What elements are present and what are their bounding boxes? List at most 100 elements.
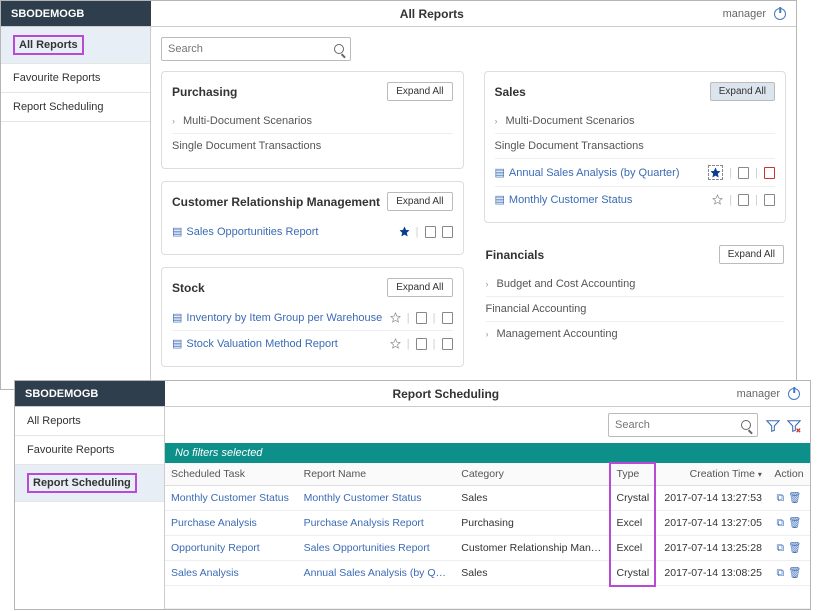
star-icon[interactable] (390, 312, 401, 323)
item-label: Multi-Document Scenarios (183, 115, 312, 127)
filter-status-bar: No filters selected (165, 443, 810, 463)
clipboard-icon[interactable] (764, 167, 775, 179)
copy-icon[interactable]: ⧉ (777, 492, 785, 504)
sidebar-item-all-reports[interactable]: All Reports (15, 407, 164, 436)
cell-type: Excel (611, 536, 657, 561)
brand-label: SBODEMOGB (1, 1, 151, 26)
expand-all-button[interactable]: Expand All (387, 278, 452, 297)
power-icon[interactable] (788, 388, 800, 400)
card-item[interactable]: ▤ Annual Sales Analysis (by Quarter) | | (495, 158, 776, 186)
card-item[interactable]: Financial Accounting (486, 296, 785, 321)
star-icon[interactable] (399, 226, 410, 237)
cell-actions: ⧉🗑 (768, 511, 810, 536)
expand-all-button[interactable]: Expand All (710, 82, 775, 101)
table-row: Sales AnalysisAnnual Sales Analysis (by … (165, 561, 810, 586)
table-header-row: Scheduled Task Report Name Category Type… (165, 463, 810, 486)
filter-icon[interactable] (766, 419, 779, 432)
expand-all-button[interactable]: Expand All (387, 82, 452, 101)
cell-type: Crystal (611, 486, 657, 511)
clipboard-icon[interactable] (442, 226, 453, 238)
search-box[interactable] (161, 37, 351, 61)
col-scheduled-task[interactable]: Scheduled Task (165, 463, 298, 486)
user-label: manager (723, 8, 766, 20)
search-input[interactable] (168, 43, 318, 55)
calculator-icon[interactable] (416, 312, 427, 324)
copy-icon[interactable]: ⧉ (777, 567, 785, 579)
item-label: Stock Valuation Method Report (186, 338, 337, 350)
cell-task[interactable]: Purchase Analysis (165, 511, 298, 536)
card-item[interactable]: ▤ Inventory by Item Group per Warehouse … (172, 305, 453, 330)
cell-report[interactable]: Monthly Customer Status (298, 486, 456, 511)
card-item[interactable]: ▤ Stock Valuation Method Report | | (172, 330, 453, 356)
col-report-name[interactable]: Report Name (298, 463, 456, 486)
clipboard-icon[interactable] (442, 312, 453, 324)
sidebar-item-favourite-reports[interactable]: Favourite Reports (1, 64, 150, 93)
card-financials: Financials Expand All ›Budget and Cost A… (484, 235, 787, 356)
card-title: Purchasing (172, 85, 237, 99)
cell-task[interactable]: Sales Analysis (165, 561, 298, 586)
search-box[interactable] (608, 413, 758, 437)
table-row-empty (165, 586, 810, 609)
delete-icon[interactable]: 🗑 (788, 542, 801, 554)
calculator-icon[interactable] (416, 338, 427, 350)
card-item[interactable]: ›Budget and Cost Accounting (486, 272, 785, 296)
schedule-table: Scheduled Task Report Name Category Type… (165, 463, 810, 609)
search-icon[interactable] (741, 420, 751, 430)
calculator-icon[interactable] (738, 167, 749, 179)
search-icon[interactable] (334, 44, 344, 54)
clipboard-icon[interactable] (764, 194, 775, 206)
sidebar-item-label: Favourite Reports (13, 72, 100, 84)
cell-task[interactable]: Monthly Customer Status (165, 486, 298, 511)
star-icon-selected[interactable] (708, 165, 723, 180)
cell-created: 2017-07-14 13:27:05 (656, 511, 768, 536)
sidebar-item-all-reports[interactable]: All Reports (1, 27, 150, 64)
sidebar-item-report-scheduling[interactable]: Report Scheduling (1, 93, 150, 122)
delete-icon[interactable]: 🗑 (788, 517, 801, 529)
col-type[interactable]: Type (611, 463, 657, 486)
cell-actions: ⧉🗑 (768, 536, 810, 561)
cell-report[interactable]: Annual Sales Analysis (by Q… (298, 561, 456, 586)
delete-icon[interactable]: 🗑 (788, 567, 801, 579)
star-icon[interactable] (390, 338, 401, 349)
expand-all-button[interactable]: Expand All (387, 192, 452, 211)
card-title: Financials (486, 248, 545, 262)
search-input[interactable] (615, 419, 725, 431)
chevron-right-icon: › (172, 116, 175, 126)
card-item[interactable]: ▤ Monthly Customer Status | | (495, 186, 776, 212)
sidebar-item-favourite-reports[interactable]: Favourite Reports (15, 436, 164, 465)
clipboard-icon[interactable] (442, 338, 453, 350)
card-item[interactable]: ›Multi-Document Scenarios (495, 109, 776, 133)
expand-all-button[interactable]: Expand All (719, 245, 784, 264)
divider: | (755, 167, 758, 179)
cell-report[interactable]: Purchase Analysis Report (298, 511, 456, 536)
sidebar-item-label: All Reports (13, 35, 84, 55)
copy-icon[interactable]: ⧉ (777, 517, 785, 529)
sidebar-item-label: Report Scheduling (27, 473, 137, 493)
card-stock: Stock Expand All ▤ Inventory by Item Gro… (161, 267, 464, 367)
sidebar-item-report-scheduling[interactable]: Report Scheduling (15, 465, 164, 502)
cell-task[interactable]: Opportunity Report (165, 536, 298, 561)
item-label: Multi-Document Scenarios (506, 115, 635, 127)
col-creation-time[interactable]: Creation Time ▾ (656, 463, 768, 486)
document-icon: ▤ (495, 166, 505, 179)
col-category[interactable]: Category (455, 463, 610, 486)
power-icon[interactable] (774, 8, 786, 20)
cell-type: Crystal (611, 561, 657, 586)
cell-report[interactable]: Sales Opportunities Report (298, 536, 456, 561)
card-item[interactable]: › Multi-Document Scenarios (172, 109, 453, 133)
card-item[interactable]: Single Document Transactions (495, 133, 776, 158)
calculator-icon[interactable] (425, 226, 436, 238)
card-item[interactable]: Single Document Transactions (172, 133, 453, 158)
delete-icon[interactable]: 🗑 (788, 492, 801, 504)
copy-icon[interactable]: ⧉ (777, 542, 785, 554)
page-title: All Reports (151, 1, 713, 26)
top-bar: SBODEMOGB Report Scheduling manager (15, 381, 810, 407)
card-item[interactable]: ›Management Accounting (486, 321, 785, 346)
card-item[interactable]: ▤ Sales Opportunities Report | (172, 219, 453, 244)
calculator-icon[interactable] (738, 194, 749, 206)
item-label: Monthly Customer Status (509, 194, 633, 206)
toolbar (165, 407, 810, 443)
col-type-label: Type (617, 468, 640, 480)
clear-filter-icon[interactable] (787, 419, 800, 432)
star-icon[interactable] (712, 194, 723, 205)
